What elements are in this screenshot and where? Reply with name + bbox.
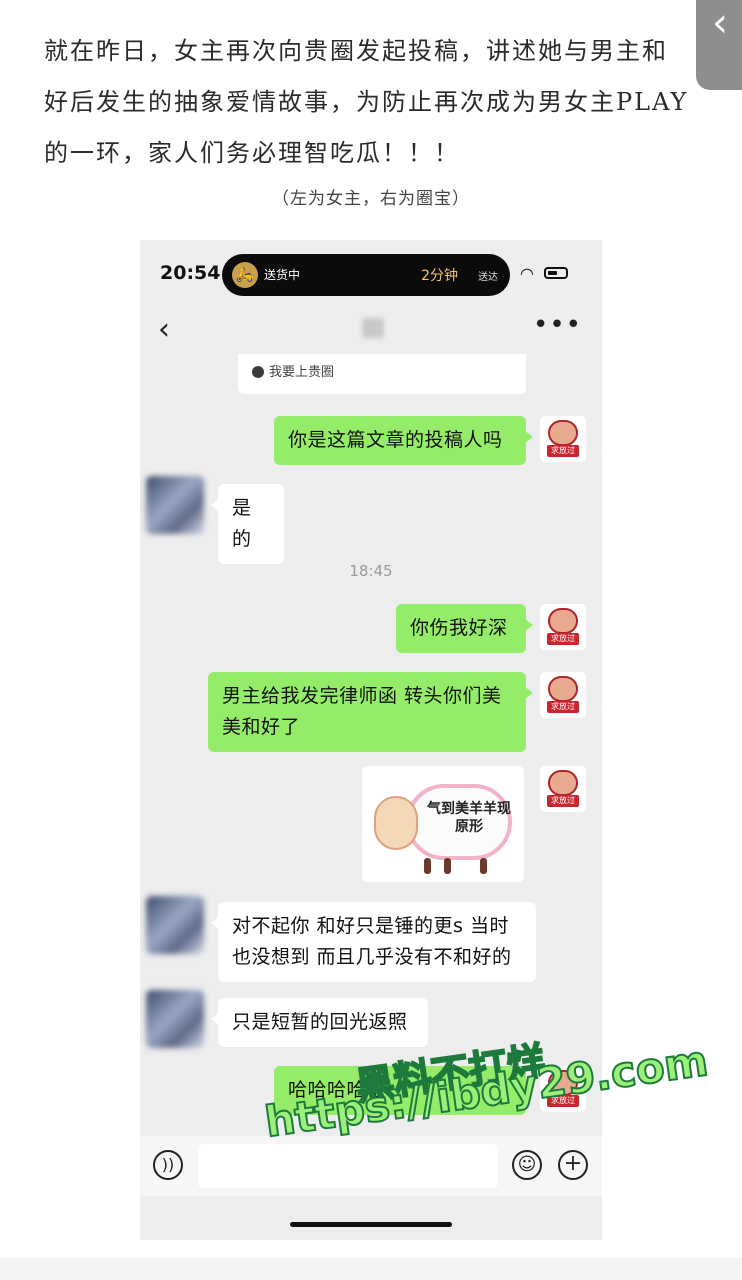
message-bubble-left[interactable]: 只是短暂的回光返照 [211,998,428,1047]
avatar-me[interactable]: 求放过 [540,766,586,812]
sheep-leg [424,858,431,874]
chat-timestamp: 18:45 [349,562,393,580]
plus-icon[interactable]: + [558,1150,588,1180]
home-indicator [290,1222,452,1227]
status-time: 20:54 [160,262,221,284]
image-caption: （左为女主，右为圈宝） [272,189,470,209]
emoji-icon[interactable]: ☺ [512,1150,542,1180]
avatar-me[interactable]: 求放过 [540,416,586,462]
shared-article-card[interactable]: 我要上贵圈 [238,354,526,394]
avatar-me[interactable]: 求放过 [540,604,586,650]
avatar-tag: 求放过 [547,633,579,645]
message-bubble-left[interactable]: 是的 [211,484,284,564]
message-bubble-right[interactable]: 你是这篇文章的投稿人吗 [274,416,533,465]
chat-input-bar: )) ☺ + [140,1136,602,1196]
island-status: 送货中 [264,268,301,282]
status-bar: 20:54 🛵 送货中 2分钟 送达 ◠ [140,240,602,304]
sheep-leg [480,858,487,874]
avatar-other[interactable] [146,476,204,534]
sheep-sticker[interactable]: 气到美羊羊现原形 [362,766,524,882]
wifi-icon: ◠ [520,264,534,283]
back-chevron-icon[interactable]: ‹ [158,312,170,347]
battery-icon [544,267,568,279]
message-input[interactable] [198,1144,498,1188]
chat-header: ‹ ••• [140,304,602,354]
message-bubble-right[interactable]: 你伤我好深 [396,604,533,653]
island-minutes: 2分钟 [421,268,458,284]
avatar-other[interactable] [146,896,204,954]
avatar-other[interactable] [146,990,204,1048]
message-bubble-left[interactable]: 对不起你 和好只是锤的更s 当时也没想到 而且几乎没有不和好的 [211,902,536,982]
article-line-3: 的一环，家人们务必理智吃瓜！！！ [44,139,460,167]
article-line-2: 好后发生的抽象爱情故事，为防止再次成为男女主PLAY [44,88,689,116]
avatar-tag: 求放过 [547,795,579,807]
avatar-tag: 求放过 [547,701,579,713]
avatar-me[interactable]: 求放过 [540,672,586,718]
delivery-icon: 🛵 [232,262,258,288]
more-dots-icon[interactable]: ••• [533,310,582,340]
island-eta: 送达 [478,272,498,283]
article-line-1: 就在昨日，女主再次向贵圈发起投稿，讲述她与男主和 [44,37,668,65]
collapse-chevron-icon[interactable]: ‹ [696,0,742,90]
dynamic-island: 🛵 送货中 2分钟 送达 [222,254,510,296]
voice-icon[interactable]: )) [153,1150,183,1180]
bottom-edge [0,1258,742,1280]
card-source-label: 我要上贵圈 [269,365,335,380]
sheep-head [374,796,418,850]
article-body: 就在昨日，女主再次向贵圈发起投稿，讲述她与男主和 好后发生的抽象爱情故事，为防止… [44,26,700,179]
avatar-tag: 求放过 [547,445,579,457]
sticker-caption: 气到美羊羊现原形 [427,801,511,835]
chat-title-blurred [362,318,384,338]
card-source-icon [252,366,264,378]
message-bubble-right[interactable]: 男主给我发完律师函 转头你们美美和好了 [208,672,533,752]
sheep-leg [444,858,451,874]
